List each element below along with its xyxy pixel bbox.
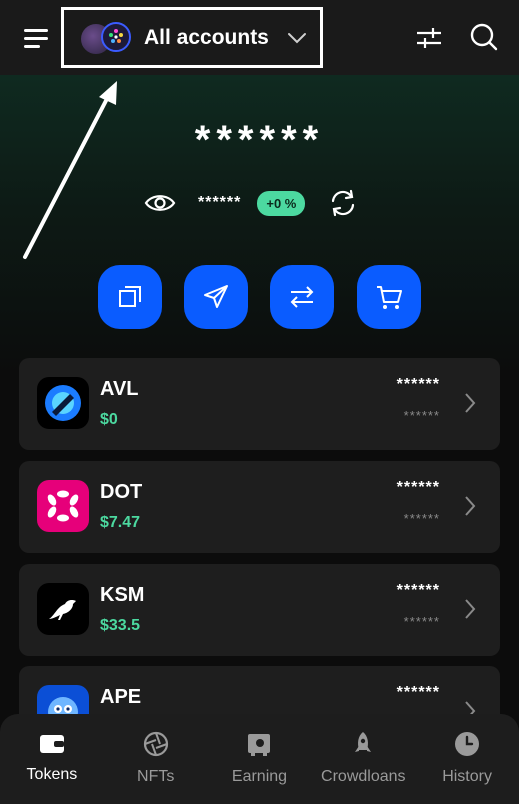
ksm-logo	[37, 583, 89, 635]
token-symbol: AVL	[100, 378, 139, 400]
eye-icon[interactable]	[144, 192, 176, 214]
token-fiat-value: ******	[403, 511, 440, 526]
menu-button[interactable]	[20, 22, 52, 54]
wallet-icon	[39, 735, 64, 753]
rocket-icon	[355, 732, 372, 752]
token-balance: ******	[396, 479, 440, 496]
send-button[interactable]	[184, 265, 248, 329]
nav-label: NFTs	[137, 768, 175, 785]
search-button[interactable]	[467, 20, 501, 54]
nav-label: Earning	[231, 768, 288, 785]
copy-icon	[119, 286, 141, 307]
token-balance: ******	[396, 376, 440, 393]
change-percent-badge: +0 %	[257, 190, 306, 216]
account-avatars	[79, 21, 135, 56]
balance-change-value: ******	[198, 194, 242, 211]
balance-change-row: ****** +0 %	[144, 185, 358, 221]
safe-icon	[248, 734, 271, 756]
avl-logo	[37, 377, 89, 429]
account-avatar-2	[101, 21, 131, 52]
nav-history[interactable]: History	[415, 714, 519, 804]
token-row-ksm[interactable]: KSM $33.5 ****** ******	[19, 564, 500, 656]
nav-label: Crowdloans	[321, 768, 406, 785]
cart-icon	[377, 286, 402, 309]
dot-logo	[37, 480, 89, 532]
bottom-nav: Tokens NFTs Earning Crowdloans History	[0, 714, 519, 804]
token-balance: ******	[396, 684, 440, 701]
token-price: $7.47	[100, 514, 141, 531]
nav-label: Tokens	[26, 766, 78, 783]
token-row-avl[interactable]: AVL $0 ****** ******	[19, 358, 500, 450]
sliders-icon	[417, 28, 441, 48]
send-icon	[204, 285, 228, 308]
nav-nfts[interactable]: NFTs	[104, 714, 208, 804]
swap-button[interactable]	[270, 265, 334, 329]
token-balance: ******	[396, 582, 440, 599]
token-price: $33.5	[100, 617, 141, 634]
nav-tokens[interactable]: Tokens	[0, 714, 104, 804]
buy-button[interactable]	[357, 265, 421, 329]
account-selector[interactable]: All accounts	[61, 7, 323, 68]
filter-button[interactable]	[412, 22, 446, 54]
chevron-right-icon	[465, 393, 476, 413]
search-icon	[470, 23, 498, 51]
token-fiat-value: ******	[403, 614, 440, 629]
receive-button[interactable]	[98, 265, 162, 329]
nav-label: History	[442, 768, 492, 785]
swap-icon	[290, 286, 314, 308]
token-symbol: APE	[100, 686, 142, 708]
token-symbol: DOT	[100, 481, 143, 503]
hamburger-menu-icon	[24, 29, 48, 48]
token-fiat-value: ******	[403, 408, 440, 423]
total-balance: ******	[194, 118, 325, 162]
token-price: $0	[100, 411, 118, 428]
clock-icon	[455, 732, 480, 756]
aperture-icon	[143, 731, 168, 757]
refresh-icon[interactable]	[328, 189, 358, 217]
account-label: All accounts	[144, 25, 269, 49]
chevron-right-icon	[465, 496, 476, 516]
token-row-dot[interactable]: DOT $7.47 ****** ******	[19, 461, 500, 553]
token-symbol: KSM	[100, 584, 145, 606]
nav-crowdloans[interactable]: Crowdloans	[311, 714, 415, 804]
nav-earning[interactable]: Earning	[208, 714, 312, 804]
app-header: All accounts	[0, 0, 519, 75]
chevron-down-icon	[287, 32, 306, 43]
chevron-right-icon	[465, 599, 476, 619]
annotation-arrow	[23, 81, 117, 259]
